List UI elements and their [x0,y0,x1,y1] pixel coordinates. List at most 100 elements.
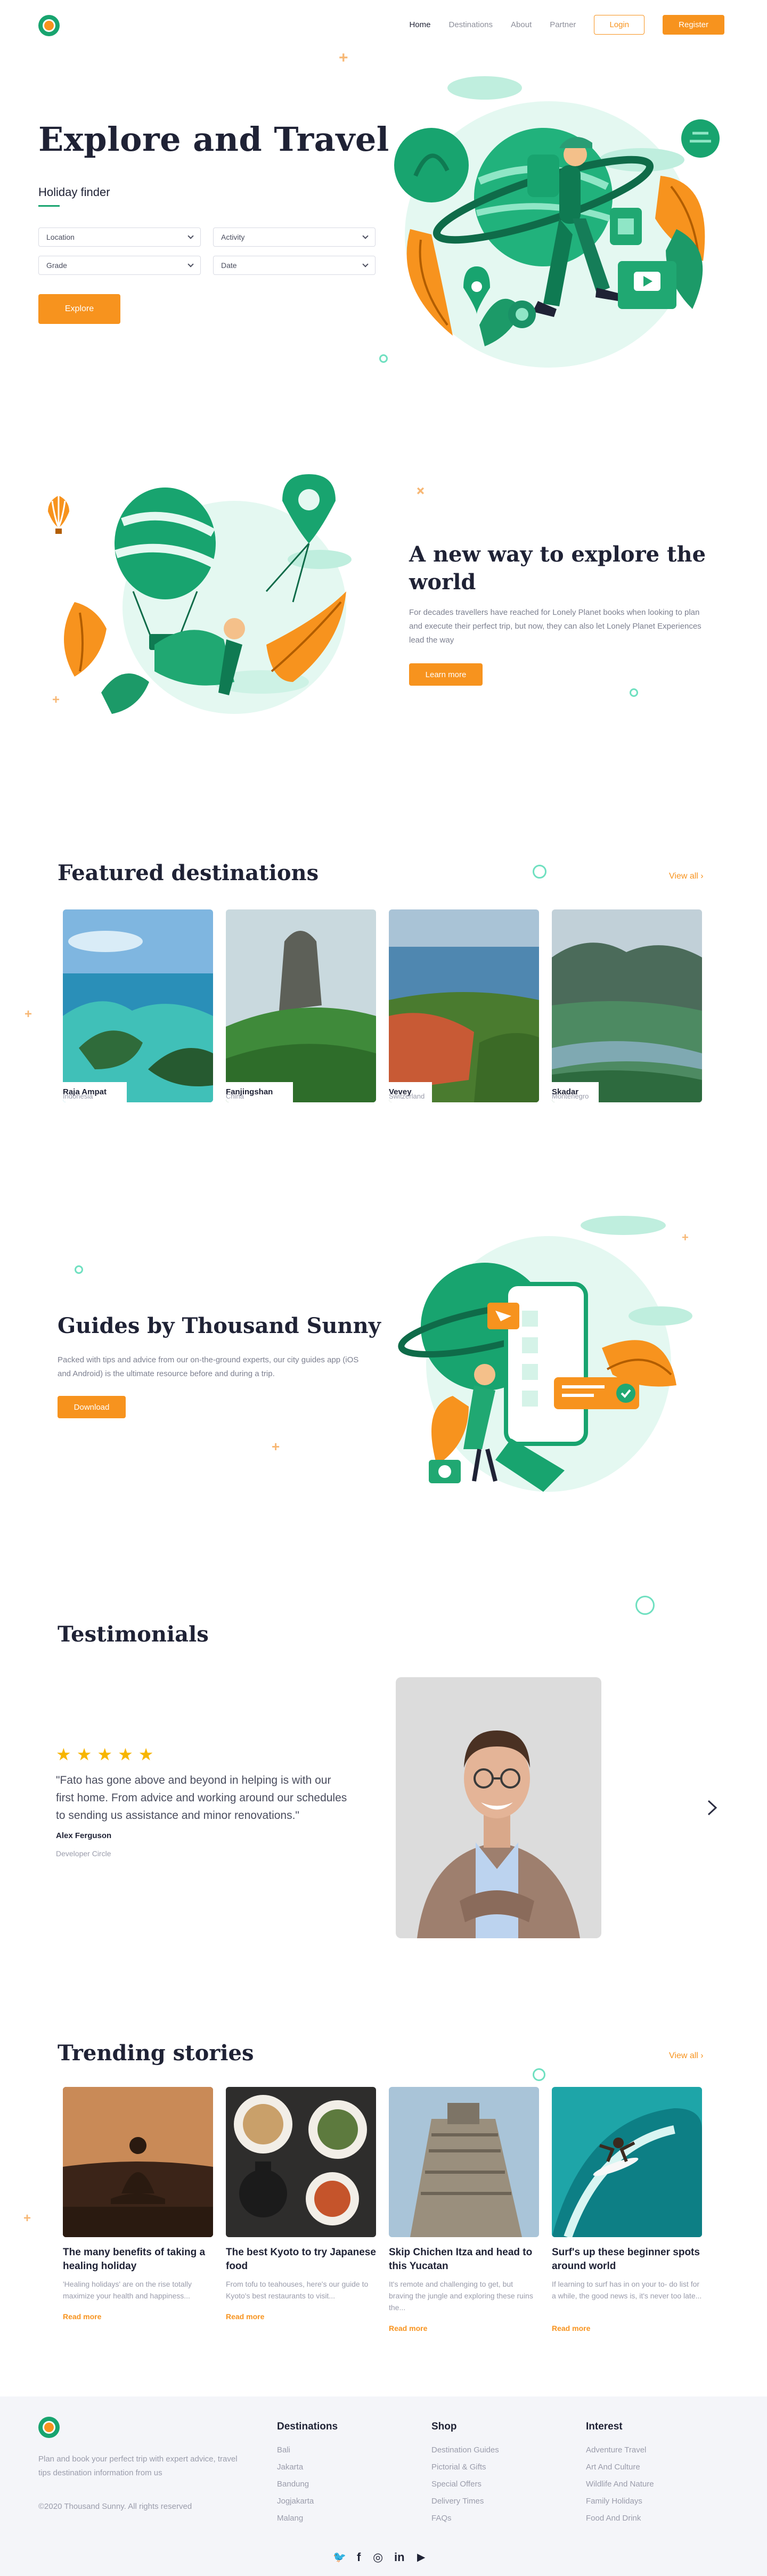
story-title[interactable]: Skip Chichen Itza and head to this Yucat… [389,2246,539,2273]
footer-link[interactable]: Bali [277,2445,290,2455]
grade-select[interactable]: Grade [38,256,201,275]
story-image[interactable] [552,2087,702,2237]
yoga-photo [63,2087,213,2237]
plus-decoration-icon: + [23,2211,31,2225]
ring-decoration-icon [630,688,638,697]
read-more-link[interactable]: Read more [226,2312,264,2321]
login-button[interactable]: Login [594,15,645,35]
guides-illustration [398,1216,692,1492]
testimonial-photo [396,1677,601,1938]
nav-destinations[interactable]: Destinations [448,20,493,29]
ruins-photo [389,2087,539,2237]
plus-decoration-icon: + [411,481,430,501]
plus-decoration-icon: + [339,49,348,67]
featured-view-all-link[interactable]: View all › [669,872,704,881]
read-more-link[interactable]: Read more [552,2324,590,2333]
chevron-down-icon [362,233,369,239]
plus-decoration-icon: + [682,1231,689,1244]
view-all-label: View all [669,872,698,881]
story-excerpt: From tofu to teahouses, here's our guide… [226,2280,369,2300]
destination-card[interactable]: Skadar [552,909,702,1102]
linkedin-icon[interactable]: in [394,2550,405,2564]
testimonial-quote: "Fato has gone above and beyond in helpi… [56,1774,347,1822]
story-excerpt: If learning to surf has in on your to- d… [552,2280,702,2300]
story-title[interactable]: Surf's up these beginner spots around wo… [552,2246,702,2273]
story-title[interactable]: The many benefits of taking a healing ho… [63,2246,213,2273]
title-underline [38,205,60,207]
footer-link[interactable]: Malang [277,2514,303,2523]
footer-link[interactable]: FAQs [431,2514,452,2523]
destination-card[interactable]: Fanjingshan [226,909,376,1102]
story-excerpt: 'Healing holidays' are on the rise total… [63,2280,192,2300]
footer-link[interactable]: Jakarta [277,2463,303,2472]
plus-decoration-icon: + [52,693,60,707]
footer-link[interactable]: Delivery Times [431,2497,484,2506]
story-title[interactable]: The best Kyoto to try Japanese food [226,2246,376,2273]
footer-link[interactable]: Jogjakarta [277,2497,314,2506]
footer-copyright: ©2020 Thousand Sunny. All rights reserve… [38,2502,192,2511]
trending-view-all-link[interactable]: View all › [669,2051,704,2061]
japanese-food-photo [226,2087,376,2237]
nav-home[interactable]: Home [409,20,430,29]
star-icon: ★ [118,1745,133,1764]
testimonials-title: Testimonials [58,1622,209,1647]
star-icon: ★ [56,1745,71,1764]
read-more-link[interactable]: Read more [389,2324,427,2333]
footer-link[interactable]: Art And Culture [586,2463,640,2472]
about-illustration [48,474,352,714]
site-logo[interactable] [38,15,60,36]
footer-shop-title: Shop [431,2421,457,2432]
surf-photo [552,2087,702,2237]
hero-illustration [394,76,720,368]
footer-link[interactable]: Pictorial & Gifts [431,2463,486,2472]
facebook-icon[interactable]: f [357,2550,361,2564]
footer-link[interactable]: Family Holidays [586,2497,642,2506]
explore-button[interactable]: Explore [38,294,120,324]
nav-about[interactable]: About [511,20,532,29]
register-button[interactable]: Register [663,15,724,35]
destination-photo [226,909,376,1102]
footer-link[interactable]: Wildlife And Nature [586,2480,654,2489]
learn-more-button[interactable]: Learn more [409,663,483,686]
story-image[interactable] [226,2087,376,2237]
footer-link[interactable]: Adventure Travel [586,2445,646,2455]
ring-decoration-icon [533,2068,545,2081]
date-select[interactable]: Date [213,256,376,275]
destination-card[interactable]: Raja Ampat [63,909,213,1102]
footer-interest-title: Interest [586,2421,623,2432]
star-icon: ★ [76,1745,92,1764]
hero-title: Explore and Travel [38,120,389,159]
story-excerpt: It's remote and challenging to get, but … [389,2280,533,2312]
instagram-icon[interactable]: ◎ [373,2550,383,2564]
footer-link[interactable]: Destination Guides [431,2445,499,2455]
read-more-link[interactable]: Read more [63,2312,101,2321]
activity-select[interactable]: Activity [213,227,376,247]
nav-partner[interactable]: Partner [550,20,576,29]
location-select[interactable]: Location [38,227,201,247]
footer-logo[interactable] [38,2417,60,2438]
footer-link[interactable]: Special Offers [431,2480,482,2489]
testimonial-author: Alex Ferguson [56,1831,112,1840]
footer-destinations-title: Destinations [277,2421,338,2432]
footer-link[interactable]: Bandung [277,2480,309,2489]
footer-about: Plan and book your perfect trip with exp… [38,2455,238,2477]
guides-text: Packed with tips and advice from our on-… [58,1355,359,1378]
youtube-icon[interactable]: ▶ [417,2550,425,2564]
destination-country: China [226,1092,244,1100]
plus-decoration-icon: + [272,1439,280,1454]
twitter-icon[interactable]: 🐦 [333,2550,346,2564]
footer-link[interactable]: Food And Drink [586,2514,641,2523]
holiday-finder-title: Holiday finder [38,185,110,199]
chevron-down-icon [362,261,369,267]
ring-decoration-icon [533,865,546,879]
ring-decoration-icon [379,354,388,363]
download-button[interactable]: Download [58,1396,126,1418]
about-title: A new way to explore the world [409,542,706,595]
destination-photo [63,909,213,1102]
story-image[interactable] [63,2087,213,2237]
destination-country: Switzerland [389,1092,425,1100]
grade-select-value: Grade [46,261,67,270]
destination-card[interactable]: Vevey [389,909,539,1102]
story-image[interactable] [389,2087,539,2237]
next-testimonial-arrow[interactable] [706,1798,719,1817]
